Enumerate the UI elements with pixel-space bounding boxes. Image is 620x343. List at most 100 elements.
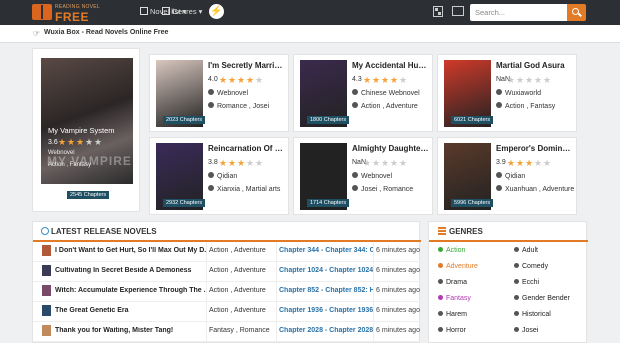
- novel-card[interactable]: I'm Secretly Married t...4.0★★★★★Webnove…: [149, 54, 289, 132]
- genre-link[interactable]: Horror: [438, 327, 466, 334]
- star-icon: ★: [543, 158, 552, 168]
- novel-thumbnail[interactable]: [42, 305, 51, 316]
- search-input[interactable]: Search...: [470, 4, 567, 21]
- novel-genres: Romance , Josei: [208, 102, 288, 110]
- star-icon: ★: [255, 75, 264, 85]
- novel-card[interactable]: Almighty Daughter R... NaN ★★★★★ Webnovel Jo…: [293, 137, 433, 215]
- star-icon: ★: [237, 158, 246, 168]
- genre-link[interactable]: Harem: [438, 311, 467, 318]
- genre-dot-icon: [514, 263, 519, 268]
- novel-card[interactable]: Martial God Asura NaN ★★★★★ Wuxiaworld Actio…: [437, 54, 577, 132]
- chapter-link[interactable]: Chapter 344 - Chapter 344: C...: [279, 247, 374, 254]
- novel-genres: Action , Adventure: [209, 307, 266, 314]
- genre-dot-icon: [514, 327, 519, 332]
- novel-title: My Accidental Husba...: [352, 61, 430, 70]
- novel-card[interactable]: My Accidental Husba...4.3★★★★★Chinese We…: [293, 54, 433, 132]
- novel-card[interactable]: Reincarnation Of The ...3.8★★★★★QidianXi…: [149, 137, 289, 215]
- genre-label: Action: [446, 247, 466, 254]
- chapter-link[interactable]: Chapter 1024 - Chapter 1024: ...: [279, 267, 374, 274]
- genre-dot-icon: [438, 263, 443, 268]
- lightning-icon[interactable]: ⚡: [209, 4, 224, 19]
- star-icon: ★: [390, 158, 399, 168]
- star-icon: ★: [228, 158, 237, 168]
- globe-icon: [208, 172, 214, 178]
- novel-title-link[interactable]: I Don't Want to Get Hurt, So I'll Max Ou…: [55, 247, 207, 254]
- genre-label: Harem: [446, 311, 468, 318]
- genre-link[interactable]: Fantasy: [438, 295, 471, 302]
- genre-dot-icon: [438, 279, 443, 284]
- chapter-link[interactable]: Chapter 2028 - Chapter 2028: ...: [279, 327, 374, 334]
- star-icon: ★: [525, 158, 534, 168]
- star-icon: ★: [58, 137, 67, 147]
- novel-thumbnail[interactable]: [42, 245, 51, 256]
- search-button[interactable]: [567, 4, 586, 21]
- latest-release-row: Cultivating In Secret Beside A Demoness A…: [33, 262, 421, 282]
- featured-novel-card[interactable]: MY VAMPIRE My Vampire System 3.6 ★★★★★ W…: [32, 48, 140, 212]
- genre-label: Adult: [522, 247, 538, 254]
- novel-title: Emperor's Domination: [496, 144, 574, 153]
- star-icon: ★: [67, 137, 76, 147]
- novel-thumbnail[interactable]: [42, 285, 51, 296]
- star-icon: ★: [219, 75, 228, 85]
- rating-stars: ★★★★★: [507, 158, 552, 168]
- novel-genres: Action , Adventure: [209, 287, 266, 294]
- genre-dot-icon: [438, 311, 443, 316]
- genre-link[interactable]: Historical: [514, 311, 551, 318]
- refresh-icon: [41, 227, 49, 235]
- novel-thumbnail[interactable]: [42, 325, 51, 336]
- genre-link[interactable]: Gender Bender: [514, 295, 570, 302]
- latest-release-header: LATEST RELEASE NOVELS: [33, 222, 421, 242]
- chapter-link[interactable]: Chapter 852 - Chapter 852: H...: [279, 287, 374, 294]
- novel-thumbnail[interactable]: [42, 265, 51, 276]
- novel-source: Qidian: [496, 172, 576, 180]
- novel-title-link[interactable]: The Great Genetic Era: [55, 307, 207, 314]
- update-time: 6 minutes ago: [376, 267, 420, 274]
- desktop-icon[interactable]: [452, 6, 464, 16]
- rating-stars: ★★★★★: [219, 75, 264, 85]
- list-icon: [438, 227, 446, 235]
- globe-icon: [208, 89, 214, 95]
- novel-title-link[interactable]: Cultivating In Secret Beside A Demoness: [55, 267, 207, 274]
- star-icon: ★: [372, 158, 381, 168]
- tag-icon: [496, 185, 502, 191]
- star-icon: ★: [246, 75, 255, 85]
- genre-link[interactable]: Action: [438, 247, 465, 254]
- genres-heading: GENRES: [449, 227, 483, 236]
- novel-genres-label: Action , Adventure: [361, 103, 418, 110]
- novel-title-link[interactable]: Witch: Accumulate Experience Through The…: [55, 287, 207, 294]
- star-icon: ★: [525, 75, 534, 85]
- star-icon: ★: [381, 158, 390, 168]
- genre-link[interactable]: Adult: [514, 247, 538, 254]
- star-icon: ★: [381, 75, 390, 85]
- genre-link[interactable]: Josei: [514, 327, 538, 334]
- site-logo[interactable]: READING NOVEL FREE: [32, 3, 102, 24]
- page-title: Wuxia Box - Read Novels Online Free: [44, 29, 169, 36]
- pointing-hand-icon: ☞: [33, 29, 41, 38]
- book-icon: [32, 4, 52, 20]
- genre-link[interactable]: Comedy: [514, 263, 548, 270]
- genre-link[interactable]: Drama: [438, 279, 467, 286]
- star-icon: ★: [85, 137, 94, 147]
- update-time: 6 minutes ago: [376, 307, 420, 314]
- top-navbar: READING NOVEL FREE Novel list ▾ Genres ▾…: [0, 0, 620, 25]
- novel-genres: Action , Adventure: [352, 102, 432, 110]
- novel-card[interactable]: Emperor's Domination 3.9 ★★★★★ Qidian Xuanhu…: [437, 137, 577, 215]
- tag-icon: [208, 102, 214, 108]
- latest-release-panel: LATEST RELEASE NOVELS I Don't Want to Ge…: [32, 221, 421, 343]
- chapter-count-badge: 2932 Chapters: [163, 199, 206, 207]
- genre-link[interactable]: Ecchi: [514, 279, 539, 286]
- novel-title-link[interactable]: Thank you for Waiting, Mister Tang!: [55, 327, 207, 334]
- genre-link[interactable]: Adventure: [438, 263, 478, 270]
- chapter-link[interactable]: Chapter 1936 - Chapter 1936: ...: [279, 307, 374, 314]
- novel-title: Martial God Asura: [496, 61, 565, 70]
- qr-code-icon[interactable]: [433, 6, 443, 17]
- latest-release-row: The Great Genetic Era Action , Adventure C…: [33, 302, 421, 322]
- globe-icon: [496, 89, 502, 95]
- nav-genres[interactable]: Genres ▾: [160, 7, 202, 16]
- update-time: 6 minutes ago: [376, 287, 420, 294]
- genre-dot-icon: [438, 247, 443, 252]
- novel-genres-label: Xianxia , Martial arts: [217, 186, 281, 193]
- globe-icon: [352, 172, 358, 178]
- latest-release-row: Thank you for Waiting, Mister Tang! Fanta…: [33, 322, 421, 342]
- genre-label: Fantasy: [446, 295, 471, 302]
